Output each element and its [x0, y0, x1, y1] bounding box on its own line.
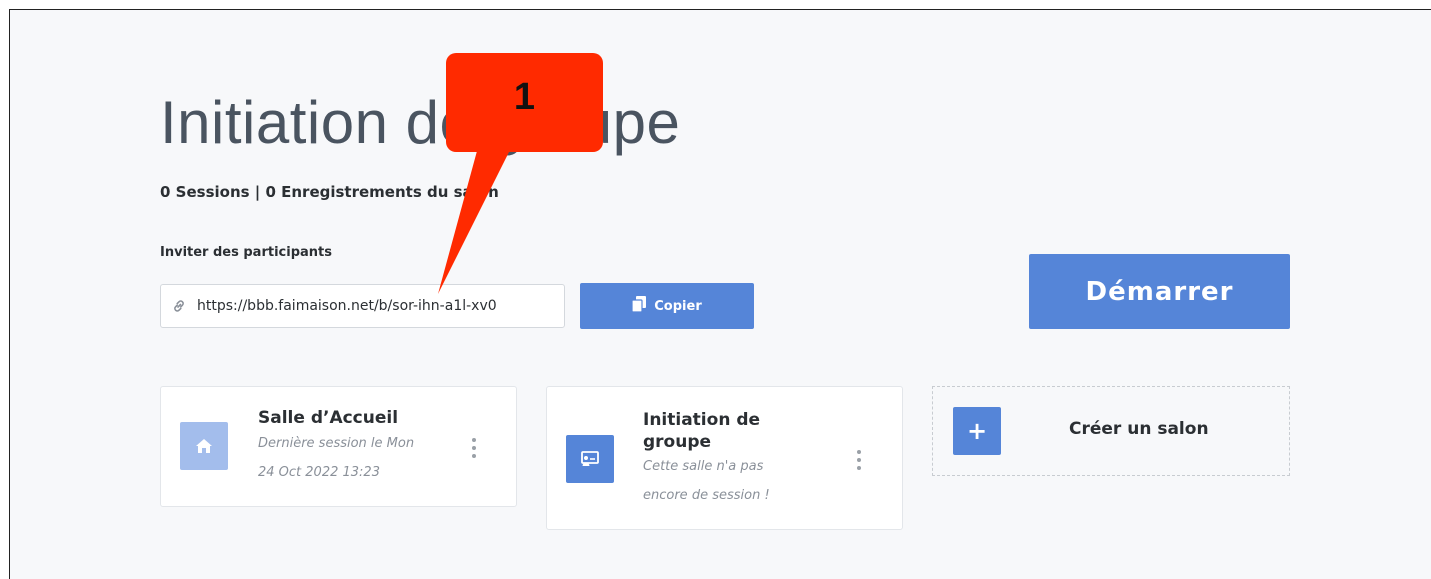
room-page: Initiation de groupe 0 Sessions | 0 Enre…: [9, 9, 1431, 579]
room-card-salle-accueil[interactable]: Salle d’Accueil Dernière session le Mon …: [160, 386, 517, 507]
copy-button[interactable]: Copier: [580, 283, 754, 329]
copy-button-label: Copier: [654, 298, 702, 314]
copy-icon: [631, 296, 647, 316]
room-card-subtitle-line2: 24 Oct 2022 13:23: [258, 465, 380, 480]
create-room-card[interactable]: + Créer un salon: [932, 386, 1290, 476]
room-card-title: Salle d’Accueil: [258, 408, 399, 428]
room-options-menu-icon[interactable]: [854, 450, 864, 470]
room-card-subtitle-line2: encore de session !: [643, 488, 770, 503]
presentation-icon: [566, 435, 614, 483]
link-icon: [161, 298, 197, 314]
room-card-title-line2: groupe: [643, 432, 712, 452]
create-room-label: Créer un salon: [1069, 419, 1209, 439]
room-card-subtitle-line1: Dernière session le Mon: [258, 436, 415, 451]
invite-label: Inviter des participants: [160, 245, 332, 260]
invite-url-input[interactable]: [197, 298, 552, 314]
plus-icon: +: [953, 407, 1001, 455]
annotation-callout: 1: [446, 53, 603, 152]
room-stats: 0 Sessions | 0 Enregistrements du salon: [160, 183, 499, 201]
room-options-menu-icon[interactable]: [469, 438, 479, 458]
room-card-subtitle-line1: Cette salle n'a pas: [643, 459, 764, 474]
home-icon: [180, 422, 228, 470]
annotation-number: 1: [513, 76, 536, 118]
start-button[interactable]: Démarrer: [1029, 254, 1290, 329]
room-card-initiation-de-groupe[interactable]: Initiation de groupe Cette salle n'a pas…: [546, 386, 903, 530]
room-card-title-line1: Initiation de: [643, 410, 761, 430]
invite-url-field[interactable]: [160, 284, 565, 328]
